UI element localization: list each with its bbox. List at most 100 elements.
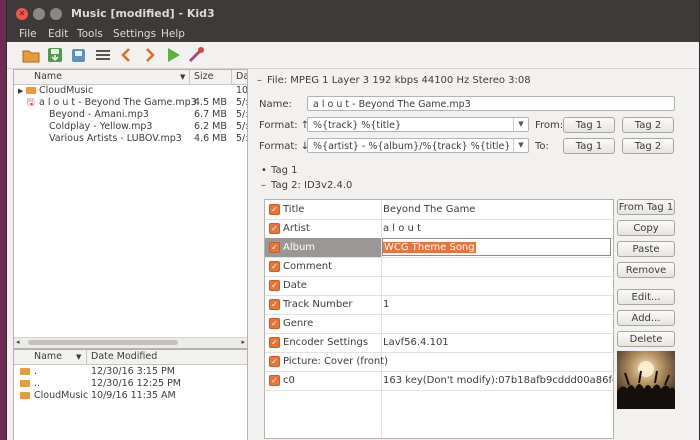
file-size: 4.6 MB bbox=[194, 133, 227, 144]
directory-list[interactable]: Name ▼ Date Modified . 12/30/16 3:15 PM … bbox=[13, 349, 248, 440]
file-info: File: MPEG 1 Layer 3 192 kbps 44100 Hz S… bbox=[267, 75, 531, 86]
tag-row[interactable]: ✓ Artist a l o u t bbox=[265, 219, 613, 239]
collapse-file-icon[interactable]: – bbox=[257, 75, 262, 86]
tag-row[interactable]: ✓ Date bbox=[265, 276, 613, 296]
to-tag1-button[interactable]: Tag 1 bbox=[563, 138, 615, 154]
file-row-selected[interactable]: 🖫 a l o u t - Beyond The Game.mp3 4.5 MB… bbox=[14, 97, 247, 109]
play-icon[interactable] bbox=[164, 46, 182, 64]
add-button[interactable]: Add... bbox=[617, 310, 675, 326]
folder-icon bbox=[20, 378, 30, 390]
tag-row[interactable]: ✓ Encoder Settings Lavf56.4.101 bbox=[265, 333, 613, 353]
file-list[interactable]: Name ▼ Size Da ▶ CloudMusic 10 🖫 a l o u… bbox=[13, 69, 248, 349]
paste-button[interactable]: Paste bbox=[617, 241, 675, 257]
checkbox-checked-icon[interactable]: ✓ bbox=[269, 337, 280, 348]
expand-tag1-icon[interactable]: • bbox=[261, 165, 267, 176]
modified-file-icon: 🖫 bbox=[27, 98, 35, 108]
dir-row[interactable]: .. 12/30/16 12:25 PM bbox=[14, 378, 247, 390]
scroll-left-icon[interactable]: ◂ bbox=[16, 338, 20, 346]
save-icon[interactable] bbox=[46, 46, 64, 64]
tag-row[interactable]: ✓ Title Beyond The Game bbox=[265, 200, 613, 220]
tag-value[interactable]: 163 key(Don't modify):07b18afb9cddd00a86… bbox=[383, 375, 613, 386]
file-row[interactable]: Beyond - Amani.mp3 6.7 MB 5/: bbox=[14, 109, 247, 121]
tag-value[interactable]: Beyond The Game bbox=[383, 204, 475, 215]
checkbox-checked-icon[interactable]: ✓ bbox=[269, 261, 280, 272]
tag-name: c0 bbox=[283, 375, 295, 386]
column-name[interactable]: Name bbox=[34, 351, 62, 362]
file-date: 5/: bbox=[236, 109, 248, 120]
next-file-icon[interactable] bbox=[141, 46, 159, 64]
menu-file[interactable]: File bbox=[19, 28, 37, 40]
checkbox-checked-icon[interactable]: ✓ bbox=[269, 242, 280, 253]
maximize-window-button[interactable] bbox=[50, 8, 62, 20]
column-date-modified[interactable]: Date Modified bbox=[91, 351, 157, 362]
checkbox-checked-icon[interactable]: ✓ bbox=[269, 204, 280, 215]
title-bar[interactable]: ✕ Music [modified] - Kid3 bbox=[7, 0, 699, 27]
dir-row[interactable]: . 12/30/16 3:15 PM bbox=[14, 366, 247, 378]
tag1-section-label[interactable]: Tag 1 bbox=[271, 165, 297, 176]
checkbox-checked-icon[interactable]: ✓ bbox=[269, 299, 280, 310]
tag-value[interactable]: a l o u t bbox=[383, 223, 421, 234]
file-date: 5/: bbox=[236, 121, 248, 132]
format-from-combo[interactable]: %{track} %{title} ▼ bbox=[307, 117, 529, 132]
tag-row[interactable]: ✓ Track Number 1 bbox=[265, 295, 613, 315]
copy-button[interactable]: Copy bbox=[617, 220, 675, 236]
tag-value[interactable]: Lavf56.4.101 bbox=[383, 337, 449, 348]
menu-bar: File Edit Tools Settings Help bbox=[7, 27, 699, 42]
minimize-window-button[interactable] bbox=[33, 8, 45, 20]
format-to-combo[interactable]: %{artist} - %{album}/%{track} %{title} ▼ bbox=[307, 138, 529, 153]
chevron-down-icon[interactable]: ▼ bbox=[513, 118, 528, 131]
tag-editor-panel: – File: MPEG 1 Layer 3 192 kbps 44100 Hz… bbox=[251, 69, 693, 440]
remove-button[interactable]: Remove bbox=[617, 262, 675, 278]
to-tag2-button[interactable]: Tag 2 bbox=[622, 138, 674, 154]
tag-row[interactable]: ✓ Comment bbox=[265, 257, 613, 277]
menu-help[interactable]: Help bbox=[161, 28, 185, 40]
column-name[interactable]: Name bbox=[34, 71, 62, 82]
checkbox-checked-icon[interactable]: ✓ bbox=[269, 356, 280, 367]
playlist-icon[interactable] bbox=[94, 46, 112, 64]
checkbox-checked-icon[interactable]: ✓ bbox=[269, 375, 280, 386]
tag-row[interactable]: ✓ c0 163 key(Don't modify):07b18afb9cddd… bbox=[265, 371, 613, 391]
dir-row[interactable]: CloudMusic 10/9/16 11:35 AM bbox=[14, 390, 247, 402]
previous-file-icon[interactable] bbox=[117, 46, 135, 64]
menu-settings[interactable]: Settings bbox=[113, 28, 156, 40]
dir-name: . bbox=[34, 366, 38, 377]
checkbox-checked-icon[interactable]: ✓ bbox=[269, 223, 280, 234]
file-row-cloudmusic[interactable]: ▶ CloudMusic 10 bbox=[14, 85, 247, 97]
file-row[interactable]: Coldplay - Yellow.mp3 6.2 MB 5/: bbox=[14, 121, 247, 133]
close-window-button[interactable]: ✕ bbox=[16, 8, 28, 20]
revert-icon[interactable] bbox=[70, 46, 88, 64]
expand-arrow-icon[interactable]: ▶ bbox=[18, 85, 23, 97]
menu-tools[interactable]: Tools bbox=[77, 28, 103, 40]
dir-name: .. bbox=[34, 378, 41, 389]
from-tag1-frames-button[interactable]: From Tag 1 bbox=[617, 199, 675, 215]
file-row[interactable]: Various Artists - LUBOV.mp3 4.6 MB 5/: bbox=[14, 133, 247, 145]
kid3-window: ✕ Music [modified] - Kid3 File Edit Tool… bbox=[6, 0, 700, 440]
scrollbar-thumb[interactable] bbox=[28, 340, 178, 345]
column-date[interactable]: Da bbox=[236, 71, 247, 82]
tag-value-selected-text[interactable]: WCG Theme Song bbox=[383, 242, 476, 253]
delete-button[interactable]: Delete bbox=[617, 331, 675, 347]
tag-name: Artist bbox=[283, 223, 310, 234]
checkbox-checked-icon[interactable]: ✓ bbox=[269, 280, 280, 291]
open-folder-icon[interactable] bbox=[22, 46, 40, 64]
tag-name: Picture: Cover (front) bbox=[283, 356, 388, 367]
name-input[interactable]: a l o u t - Beyond The Game.mp3 bbox=[307, 96, 675, 111]
scroll-right-icon[interactable]: ▸ bbox=[241, 338, 245, 346]
tag-row[interactable]: ✓ Genre bbox=[265, 314, 613, 334]
horizontal-scrollbar[interactable]: ◂ ▸ bbox=[14, 337, 247, 348]
tag-name: Genre bbox=[283, 318, 314, 329]
tag2-section-label[interactable]: Tag 2: ID3v2.4.0 bbox=[271, 180, 352, 191]
tag-row-selected[interactable]: ✓ Album WCG Theme Song bbox=[265, 238, 613, 258]
column-size[interactable]: Size bbox=[194, 71, 214, 82]
from-tag1-button[interactable]: Tag 1 bbox=[563, 117, 615, 133]
edit-button[interactable]: Edit... bbox=[617, 289, 675, 305]
from-tag2-button[interactable]: Tag 2 bbox=[622, 117, 674, 133]
tag-row[interactable]: ✓ Picture: Cover (front) bbox=[265, 352, 613, 372]
settings-tools-icon[interactable] bbox=[187, 46, 205, 64]
tag-frames-table[interactable]: ✓ Title Beyond The Game ✓ Artist a l o u… bbox=[264, 199, 614, 439]
menu-edit[interactable]: Edit bbox=[48, 28, 68, 40]
checkbox-checked-icon[interactable]: ✓ bbox=[269, 318, 280, 329]
chevron-down-icon[interactable]: ▼ bbox=[513, 139, 528, 152]
collapse-tag2-icon[interactable]: – bbox=[261, 180, 266, 191]
tag-value[interactable]: 1 bbox=[383, 299, 389, 310]
